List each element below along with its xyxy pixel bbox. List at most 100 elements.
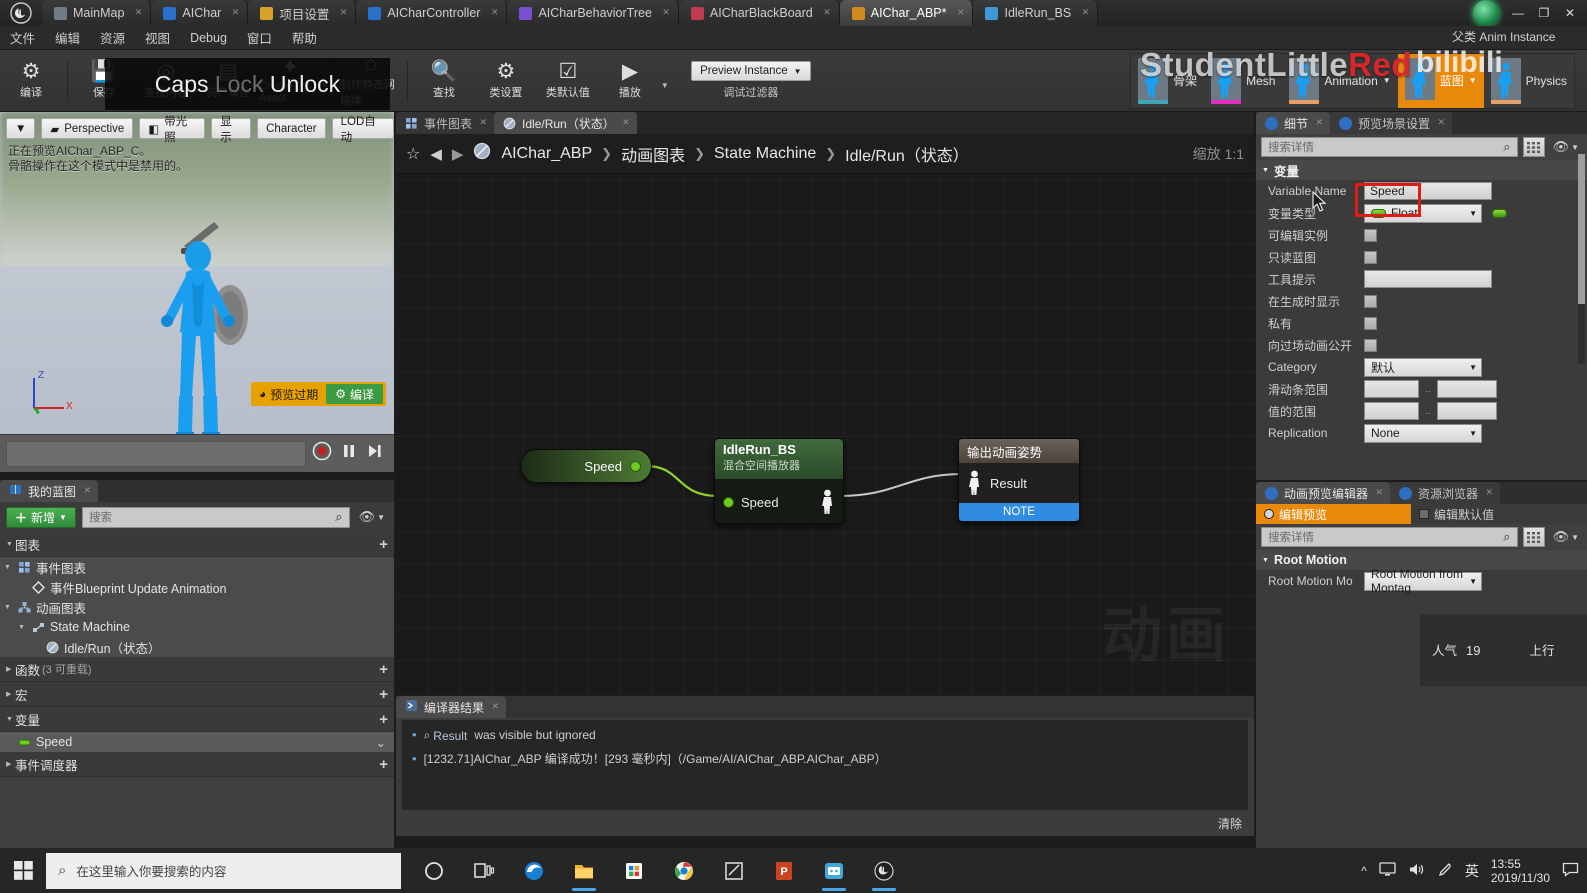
add-icon[interactable]: + [379, 756, 388, 773]
chevron-down-icon[interactable]: ▼ [661, 81, 669, 90]
viewport-button-4[interactable]: Character [257, 118, 326, 139]
viewport-button-0[interactable]: ▼ [6, 118, 36, 139]
details-visibility-button[interactable]: 👁 ▼ [1550, 139, 1582, 155]
preview-instance-dropdown[interactable]: Preview Instance ▼ [690, 61, 811, 81]
breadcrumb-item-2[interactable]: State Machine [714, 145, 816, 163]
taskbar-app-2[interactable] [511, 848, 557, 893]
close-icon[interactable]: ✕ [1315, 117, 1323, 128]
taskbar-app-7[interactable]: P [761, 848, 807, 893]
window-tab-1[interactable]: AIChar ✕ [151, 0, 249, 26]
my-blueprint-item-0-2[interactable]: ▼ 动画图表 [0, 597, 394, 617]
minimize-button[interactable]: — [1505, 3, 1531, 23]
details-range-max[interactable] [1436, 380, 1497, 398]
favorite-icon[interactable]: ☆ [406, 144, 420, 164]
details-checkbox[interactable] [1364, 228, 1377, 242]
anim-preview-tab-1[interactable]: 资源浏览器 ✕ [1390, 482, 1501, 504]
back-arrow-icon[interactable]: ◀ [430, 145, 442, 163]
chevron-down-icon[interactable]: ⌄ [376, 735, 394, 750]
graph-tab-0[interactable]: 事件图表 ✕ [396, 112, 495, 134]
timeline-track[interactable] [6, 440, 306, 467]
anim-preview-dropdown[interactable]: Root Motion from Montag ▼ [1364, 567, 1482, 595]
close-icon[interactable]: ✕ [491, 701, 499, 712]
taskbar-app-9[interactable] [861, 848, 907, 893]
details-range-min[interactable] [1364, 402, 1419, 420]
close-icon[interactable]: ✕ [232, 7, 240, 18]
monitor-icon[interactable] [1379, 861, 1396, 880]
taskbar-search-input[interactable]: ⌕ 在这里输入你要搜索的内容 [46, 852, 401, 889]
input-pin-speed[interactable] [723, 496, 734, 508]
window-tab-7[interactable]: IdleRun_BS ✕ [973, 0, 1099, 26]
breadcrumb-item-1[interactable]: 动画图表 [621, 142, 685, 166]
viewport-button-3[interactable]: 显示 [211, 116, 252, 144]
close-icon[interactable]: ✕ [340, 7, 348, 18]
toolbar-button-7[interactable]: ⚙ 类设置 [475, 52, 537, 110]
menu-item-0[interactable]: 文件 [10, 28, 35, 47]
details-dropdown[interactable]: None ▼ [1364, 423, 1482, 443]
window-tab-5[interactable]: AICharBlackBoard ✕ [678, 0, 840, 26]
add-icon[interactable]: + [379, 686, 388, 703]
window-tab-3[interactable]: AICharController ✕ [356, 0, 508, 26]
pose-pin-icon[interactable] [967, 470, 982, 496]
close-icon[interactable]: ✕ [1485, 487, 1493, 498]
anim-preview-search-input[interactable]: 搜索详情 ⌕ [1261, 527, 1518, 547]
breadcrumb-item-0[interactable]: AIChar_ABP [501, 145, 592, 163]
details-text-field[interactable] [1364, 270, 1492, 288]
details-checkbox[interactable] [1364, 338, 1377, 352]
anim-preview-visibility-button[interactable]: 👁 ▼ [1550, 529, 1582, 545]
toolbar-button-0[interactable]: ⚙ 编译 [0, 52, 62, 110]
menu-item-4[interactable]: Debug [190, 31, 227, 45]
step-forward-icon[interactable] [366, 442, 384, 465]
close-icon[interactable]: ✕ [135, 7, 143, 18]
compiler-message-link[interactable]: ⌕ Result [424, 728, 468, 743]
pose-pin-icon[interactable] [820, 489, 835, 515]
pen-icon[interactable] [1437, 862, 1453, 880]
toolbar-button-8[interactable]: ☑ 类默认值 [537, 52, 599, 110]
my-blueprint-item-0-0[interactable]: ▼ 事件图表 [0, 557, 394, 577]
window-tab-6[interactable]: AIChar_ABP* ✕ [839, 0, 974, 26]
close-icon[interactable]: ✕ [1375, 487, 1383, 498]
viewport-button-5[interactable]: LOD自动 [331, 116, 394, 144]
menu-item-5[interactable]: 窗口 [247, 28, 272, 47]
details-range-min[interactable] [1364, 380, 1419, 398]
add-icon[interactable]: + [379, 661, 388, 678]
my-blueprint-section-3[interactable]: ▼ 变量 + [0, 707, 394, 732]
details-text-field[interactable]: Speed [1364, 182, 1492, 200]
node-blendspace-player[interactable]: IdleRun_BS 混合空间播放器 Speed [714, 438, 844, 524]
record-icon[interactable] [312, 441, 332, 466]
pause-icon[interactable] [340, 442, 358, 465]
details-category-header[interactable]: ▼ 变量 [1256, 160, 1587, 180]
taskbar-app-0[interactable] [411, 848, 457, 893]
add-icon[interactable]: + [379, 711, 388, 728]
taskbar-app-3[interactable] [561, 848, 607, 893]
anim-preview-tab-0[interactable]: 动画预览编辑器 ✕ [1256, 482, 1391, 504]
details-checkbox[interactable] [1364, 250, 1377, 264]
preview-radio-1[interactable]: 编辑默认值 [1411, 504, 1502, 524]
details-checkbox[interactable] [1364, 294, 1377, 308]
details-checkbox[interactable] [1364, 316, 1377, 330]
menu-item-6[interactable]: 帮助 [292, 28, 317, 47]
taskbar-app-8[interactable] [811, 848, 857, 893]
preview-radio-0[interactable]: 编辑预览 [1256, 504, 1411, 524]
toolbar-button-6[interactable]: 🔍 查找 [413, 52, 475, 110]
windows-icon[interactable] [0, 848, 46, 893]
breadcrumb-item-3[interactable]: Idle/Run（状态） [845, 142, 969, 166]
details-dropdown[interactable]: Float ▼ [1364, 203, 1482, 223]
window-tab-4[interactable]: AICharBehaviorTree ✕ [507, 0, 679, 26]
maximize-button[interactable]: ❐ [1531, 3, 1557, 23]
forward-arrow-icon[interactable]: ▶ [452, 145, 464, 163]
grid-icon[interactable] [1522, 137, 1545, 157]
add-new-button[interactable]: ＋ 新增 ▼ [6, 506, 76, 528]
my-blueprint-item-0-3[interactable]: ▼ State Machine [0, 617, 394, 637]
graph-tab-1[interactable]: Idle/Run（状态） ✕ [494, 112, 637, 134]
add-icon[interactable]: + [379, 536, 388, 553]
my-blueprint-item-0-4[interactable]: Idle/Run（状态） [0, 637, 394, 657]
details-dropdown[interactable]: 默认 ▼ [1364, 357, 1482, 377]
my-blueprint-section-1[interactable]: ▶ 函数 (3 可重载) + [0, 657, 394, 682]
my-blueprint-item-3-0[interactable]: Speed ⌄ [0, 732, 394, 752]
details-search-input[interactable]: 搜索详情 ⌕ [1261, 137, 1518, 157]
details-scrollbar[interactable] [1578, 154, 1585, 364]
details-tab-0[interactable]: 细节 ✕ [1256, 112, 1331, 134]
visibility-options-button[interactable]: 👁 ▼ [356, 509, 388, 525]
my-blueprint-section-2[interactable]: ▶ 宏 + [0, 682, 394, 707]
close-icon[interactable]: ✕ [1082, 7, 1090, 18]
